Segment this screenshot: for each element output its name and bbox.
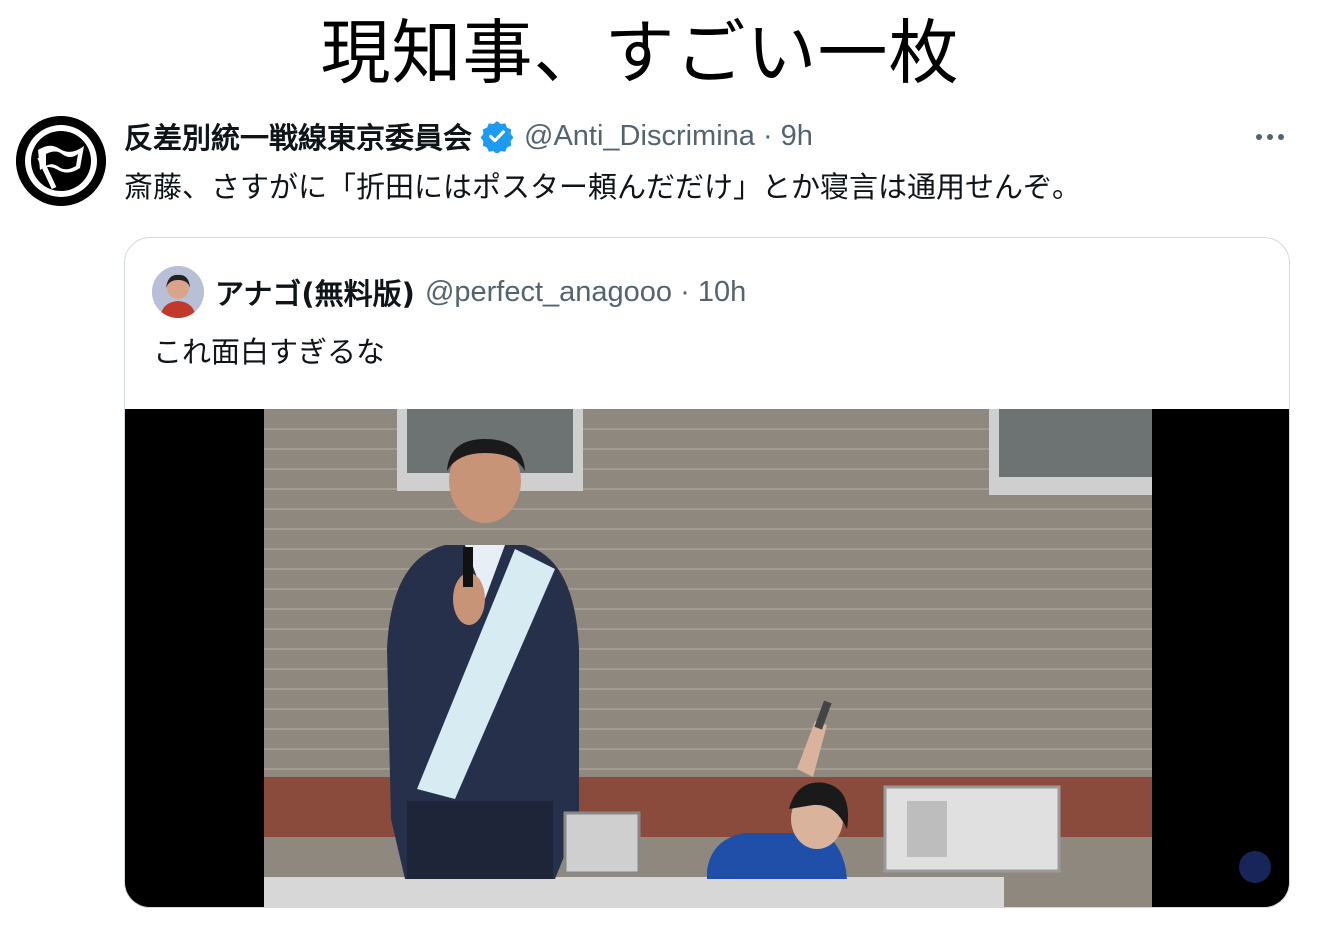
quoted-author-handle-time[interactable]: @perfect_anagooo · 10h (425, 276, 746, 309)
more-options-icon[interactable] (1250, 122, 1290, 152)
overlay-headline: 現知事、すごい一枚 (320, 12, 960, 94)
quoted-tweet-text: これ面白すぎるな (153, 335, 386, 369)
quoted-tweet-header: アナゴ(無料版) @perfect_anagooo · 10h (215, 270, 746, 314)
video-thumbnail-image (125, 409, 1289, 907)
tweet-header: 反差別統一戦線東京委員会 @Anti_Discrimina · 9h (124, 116, 813, 156)
author-name[interactable]: 反差別統一戦線東京委員会 (124, 115, 472, 157)
quoted-author-name[interactable]: アナゴ(無料版) (215, 271, 415, 313)
quoted-tweet-card[interactable]: アナゴ(無料版) @perfect_anagooo · 10h これ面白すぎるな (124, 237, 1290, 908)
quoted-video-thumbnail[interactable] (125, 409, 1289, 907)
quoted-author-avatar[interactable] (152, 266, 204, 318)
author-avatar[interactable] (16, 116, 106, 206)
verified-badge-icon (480, 119, 514, 153)
tweet-text: 斎藤、さすがに「折田にはポスター頼んだだけ」とか寝言は通用せんぞ。 (124, 170, 1082, 204)
antifa-flag-logo-icon (16, 116, 106, 206)
author-handle-time[interactable]: @Anti_Discrimina · 9h (524, 120, 813, 153)
